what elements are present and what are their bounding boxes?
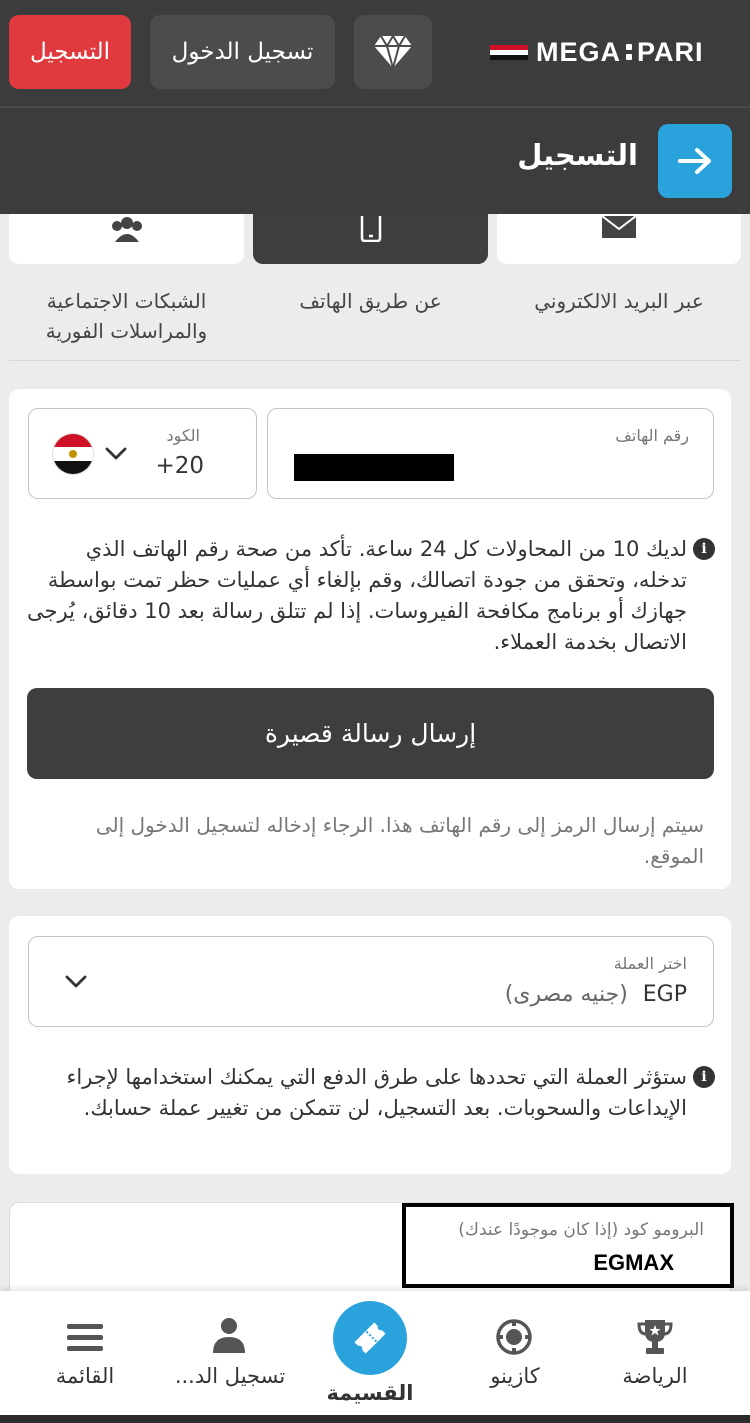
country-code-value: +20 bbox=[155, 453, 204, 479]
nav-menu[interactable]: القائمة bbox=[35, 1291, 135, 1423]
ticket-icon bbox=[354, 1322, 386, 1354]
country-code-label: الكود bbox=[166, 426, 200, 445]
diamond-icon bbox=[374, 34, 412, 70]
arrow-right-icon bbox=[678, 148, 711, 174]
chevron-down-icon bbox=[65, 975, 87, 988]
currency-card: اختر العملة EGP (جنيه مصرى) i ستؤثر العم… bbox=[9, 916, 731, 1174]
casino-chip-icon bbox=[496, 1319, 532, 1355]
nav-menu-label: القائمة bbox=[55, 1364, 115, 1388]
nav-login[interactable]: تسجيل الد... bbox=[160, 1291, 300, 1423]
nav-login-label: تسجيل الد... bbox=[174, 1364, 286, 1388]
chevron-down-icon bbox=[105, 447, 127, 460]
nav-sports-label: الرياضة bbox=[622, 1364, 688, 1388]
top-bar: التسجيل تسجيل الدخول MEGA PARI bbox=[0, 0, 750, 106]
currency-label: اختر العملة bbox=[613, 954, 687, 973]
login-button[interactable]: تسجيل الدخول bbox=[150, 15, 335, 89]
envelope-icon bbox=[601, 216, 637, 238]
tab-by-email[interactable] bbox=[497, 214, 741, 264]
bottom-edge bbox=[0, 1415, 750, 1423]
phone-form-card: رقم الهاتف الكود +20 i لديك 10 من المحاو… bbox=[9, 389, 731, 889]
promo-code-field[interactable]: البرومو كود (إذا كان موجودًا عندك) EGMAX bbox=[402, 1203, 734, 1288]
currency-name: (جنيه مصرى) bbox=[504, 982, 628, 1007]
nav-coupon[interactable]: القسيمة bbox=[320, 1291, 420, 1423]
user-icon bbox=[213, 1318, 245, 1353]
vip-button[interactable] bbox=[354, 15, 432, 89]
logo-text-left: MEGA bbox=[536, 36, 621, 67]
coupon-button[interactable] bbox=[333, 1301, 407, 1375]
promo-code-value: EGMAX bbox=[593, 1250, 674, 1275]
users-icon bbox=[111, 217, 142, 242]
egypt-flag-icon bbox=[490, 44, 528, 60]
phone-number-field[interactable]: رقم الهاتف bbox=[267, 408, 714, 499]
currency-info-text: ستؤثر العملة التي تحددها على طرق الدفع ا… bbox=[66, 1065, 687, 1120]
back-button[interactable] bbox=[658, 124, 732, 198]
send-sms-button[interactable]: إرسال رسالة قصيرة bbox=[27, 688, 714, 779]
tab-label-social[interactable]: الشبكات الاجتماعية والمراسلات الفورية bbox=[9, 286, 244, 346]
currency-value: EGP (جنيه مصرى) bbox=[505, 982, 687, 1007]
page-title: التسجيل bbox=[517, 138, 638, 172]
nav-coupon-label: القسيمة bbox=[326, 1381, 414, 1405]
tab-social-networks[interactable] bbox=[9, 214, 244, 264]
nav-casino[interactable]: كازينو bbox=[465, 1291, 565, 1423]
sms-note-text: سيتم إرسال الرمز إلى رقم الهاتف هذا. الر… bbox=[95, 813, 704, 868]
bottom-nav: القائمة تسجيل الد... القسيمة كازينو الري… bbox=[0, 1291, 750, 1423]
logo-separator-icon bbox=[626, 44, 632, 60]
trophy-icon bbox=[637, 1320, 673, 1354]
tab-label-email[interactable]: عبر البريد الالكتروني bbox=[497, 286, 741, 316]
info-icon: i bbox=[693, 538, 715, 560]
tab-label-phone[interactable]: عن طريق الهاتف bbox=[253, 286, 488, 316]
tabs-divider bbox=[9, 360, 741, 361]
info-icon: i bbox=[693, 1066, 715, 1088]
currency-select[interactable]: اختر العملة EGP (جنيه مصرى) bbox=[28, 936, 714, 1027]
nav-casino-label: كازينو bbox=[490, 1364, 540, 1388]
register-button[interactable]: التسجيل bbox=[9, 15, 131, 89]
menu-icon bbox=[67, 1324, 103, 1351]
phone-number-label: رقم الهاتف bbox=[615, 426, 689, 445]
phone-icon bbox=[360, 216, 381, 242]
promo-code-label: البرومو كود (إذا كان موجودًا عندك) bbox=[458, 1220, 704, 1240]
brand-logo[interactable]: MEGA PARI bbox=[490, 34, 704, 70]
nav-sports[interactable]: الرياضة bbox=[605, 1291, 705, 1423]
egypt-flag-icon bbox=[53, 434, 93, 474]
attempts-info-text: لديك 10 من المحاولات كل 24 ساعة. تأكد من… bbox=[27, 537, 687, 654]
country-code-select[interactable]: الكود +20 bbox=[28, 408, 257, 499]
tab-by-phone[interactable] bbox=[253, 214, 488, 264]
logo-text-right: PARI bbox=[637, 36, 704, 67]
sub-header: التسجيل bbox=[0, 106, 750, 214]
currency-code: EGP bbox=[642, 982, 687, 1007]
phone-number-redacted bbox=[294, 454, 454, 481]
